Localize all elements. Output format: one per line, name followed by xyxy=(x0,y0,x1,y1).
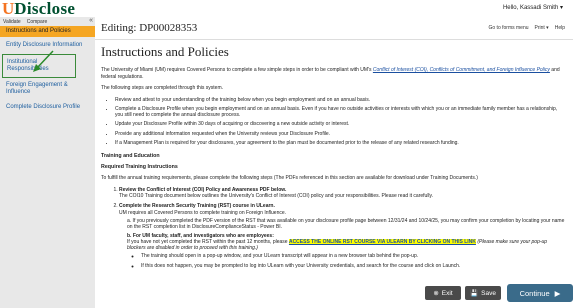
sidebar-tabs: Validate Compare xyxy=(0,17,95,26)
ulearn-course-link[interactable]: ACCESS THE ONLINE RST COURSE VIA ULEARN … xyxy=(288,238,476,245)
sidebar-item-foreign-engagement[interactable]: Foreign Engagement & Influence xyxy=(0,80,95,98)
exit-label: Exit xyxy=(441,289,453,297)
save-button[interactable]: 💾 Save xyxy=(465,286,501,300)
page-title: Instructions and Policies xyxy=(101,44,229,59)
logo-text: Disclose xyxy=(14,0,76,18)
intro-paragraph: The University of Miami (UM) requires Co… xyxy=(101,67,566,80)
editing-title: Editing: DP00028353 xyxy=(101,22,198,34)
header-links: Go to forms menu Print ▾ Help xyxy=(489,25,566,31)
editing-header: Editing: DP00028353 Go to forms menu Pri… xyxy=(95,17,573,40)
list-item: Review and attest to your understanding … xyxy=(115,97,566,103)
step-title: Complete the Research Security Training … xyxy=(119,203,275,210)
sidebar-item-instructions[interactable]: Instructions and Policies xyxy=(0,26,95,37)
save-label: Save xyxy=(481,289,496,297)
exit-icon: ⊗ xyxy=(433,290,439,297)
page-content: Instructions and Policies The University… xyxy=(101,41,566,274)
list-item: If a Management Plan is required for you… xyxy=(115,140,566,146)
collapse-icon[interactable]: « xyxy=(89,17,93,24)
steps-intro: The following steps are completed throug… xyxy=(101,85,224,91)
footer-actions: ⊗ Exit 💾 Save Continue ▶ xyxy=(425,282,573,308)
annotation-arrow-icon xyxy=(33,50,54,72)
udisclose-logo[interactable]: U Disclose xyxy=(2,0,75,17)
sub-b-title: b. For UM faculty, staff, and investigat… xyxy=(127,232,274,239)
list-item: Update your Disclosure Profile within 30… xyxy=(115,121,566,127)
sub-b-list: The training should open in a pop-up win… xyxy=(127,253,566,269)
help-link[interactable]: Help xyxy=(555,25,565,31)
save-icon: 💾 xyxy=(470,290,479,297)
top-bar: U Disclose Hello, Kassadi Smith ▾ xyxy=(0,0,573,17)
print-menu[interactable]: Print ▾ xyxy=(535,25,549,31)
list-item: Provide any additional information reque… xyxy=(115,131,566,137)
compare-tab[interactable]: Compare xyxy=(27,19,48,25)
steps-list: Review and attest to your understanding … xyxy=(101,97,566,147)
required-intro: To fulfill the annual training requireme… xyxy=(101,175,478,182)
sidebar-item-complete-profile[interactable]: Complete Disclosure Profile xyxy=(0,102,95,113)
list-item: The training should open in a pop-up win… xyxy=(141,253,566,259)
list-item: If this does not happen, you may be prom… xyxy=(141,263,566,269)
list-item: Complete a Disclosure Profile when you b… xyxy=(115,106,566,119)
chevron-right-icon: ▶ xyxy=(554,288,561,298)
training-steps: Review the Conflict of Interest (COI) Po… xyxy=(101,187,566,269)
training-step: Review the Conflict of Interest (COI) Po… xyxy=(119,187,566,200)
continue-label: Continue xyxy=(519,288,550,298)
step-body: UM requires all Covered Persons to compl… xyxy=(119,209,287,216)
required-training-title: Required Training Instructions xyxy=(101,164,178,171)
step-sub-b: b. For UM faculty, staff, and investigat… xyxy=(119,233,566,269)
training-step: Complete the Research Security Training … xyxy=(119,203,566,269)
logo-u: U xyxy=(2,0,15,18)
validate-tab[interactable]: Validate xyxy=(3,19,21,25)
sub-b-text: If you have not yet completed the RST wi… xyxy=(127,238,288,245)
go-to-forms-link[interactable]: Go to forms menu xyxy=(489,25,529,31)
user-menu[interactable]: Hello, Kassadi Smith ▾ xyxy=(503,4,563,11)
exit-button[interactable]: ⊗ Exit xyxy=(425,286,461,300)
step-title: Review the Conflict of Interest (COI) Po… xyxy=(119,186,287,193)
step-body: The COI10 Training document below outlin… xyxy=(119,193,434,200)
intro-text-1: The University of Miami (UM) requires Co… xyxy=(101,67,372,73)
training-section-title: Training and Education xyxy=(101,153,160,160)
main-panel: Editing: DP00028353 Go to forms menu Pri… xyxy=(95,17,573,308)
step-sub-a: a. If you previously completed the PDF v… xyxy=(127,217,565,231)
coi-policy-link[interactable]: Conflict of Interest (COI), Conflicts of… xyxy=(373,67,550,73)
continue-button[interactable]: Continue ▶ xyxy=(507,284,573,302)
